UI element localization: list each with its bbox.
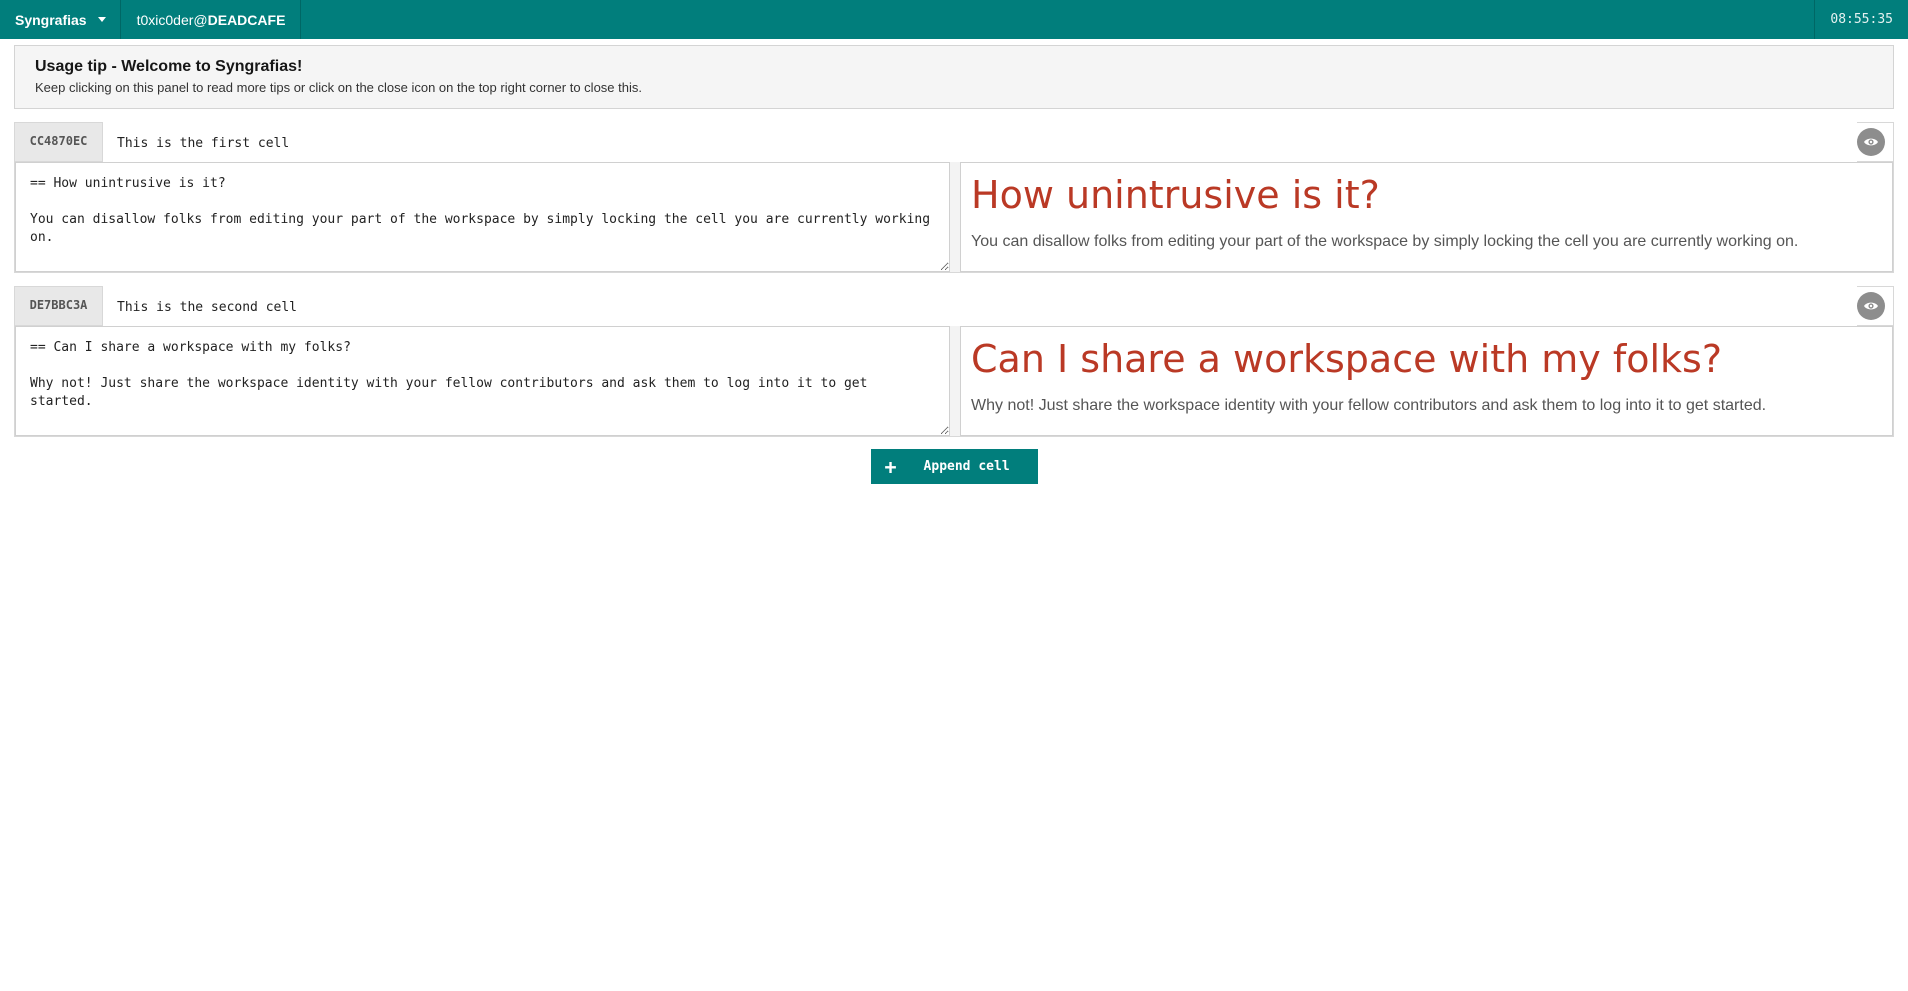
toggle-preview-button[interactable] <box>1857 292 1885 320</box>
clock: 08:55:35 <box>1814 0 1908 39</box>
workspace-id: DEADCAFE <box>207 11 286 28</box>
app-menu-button[interactable]: Syngrafias <box>0 0 121 39</box>
tip-title: Usage tip - Welcome to Syngrafias! <box>35 58 303 75</box>
cell: DE7BBC3A == Can I share a workspace with… <box>14 286 1894 437</box>
cell: CC4870EC == How unintrusive is it? You c… <box>14 122 1894 273</box>
cell-editor[interactable]: == How unintrusive is it? You can disall… <box>15 162 950 272</box>
cell-header: CC4870EC <box>15 122 1893 162</box>
preview-heading: Can I share a workspace with my folks? <box>971 337 1723 381</box>
append-row: + Append cell <box>0 449 1908 484</box>
user-identity: t0xic0der@ DEADCAFE <box>121 0 302 39</box>
eye-icon <box>1864 138 1878 146</box>
eye-icon <box>1864 302 1878 310</box>
cell-editor[interactable]: == Can I share a workspace with my folks… <box>15 326 950 436</box>
app-name: Syngrafias <box>15 11 87 28</box>
user-name: t0xic0der@ <box>136 11 208 28</box>
append-cell-button[interactable]: + Append cell <box>870 449 1038 484</box>
cell-id: CC4870EC <box>15 123 103 161</box>
cell-title-input[interactable] <box>103 286 1857 326</box>
cell-preview: How unintrusive is it? You can disallow … <box>960 162 1893 272</box>
tip-body: Keep clicking on this panel to read more… <box>35 80 642 95</box>
usage-tip-panel[interactable]: Usage tip - Welcome to Syngrafias! Keep … <box>14 45 1894 109</box>
preview-paragraph: Why not! Just share the workspace identi… <box>971 397 1767 414</box>
cell-title-input[interactable] <box>103 122 1857 162</box>
preview-heading: How unintrusive is it? <box>971 173 1380 217</box>
cell-id: DE7BBC3A <box>15 287 103 325</box>
cell-body: == Can I share a workspace with my folks… <box>15 326 1893 436</box>
cell-body: == How unintrusive is it? You can disall… <box>15 162 1893 272</box>
plus-icon: + <box>884 454 897 479</box>
preview-paragraph: You can disallow folks from editing your… <box>971 233 1799 250</box>
cell-preview: Can I share a workspace with my folks? W… <box>960 326 1893 436</box>
caret-down-icon <box>97 17 106 22</box>
top-bar: Syngrafias t0xic0der@ DEADCAFE 08:55:35 <box>0 0 1908 39</box>
append-cell-label: Append cell <box>923 459 1010 474</box>
cell-header: DE7BBC3A <box>15 286 1893 326</box>
toggle-preview-button[interactable] <box>1857 128 1885 156</box>
